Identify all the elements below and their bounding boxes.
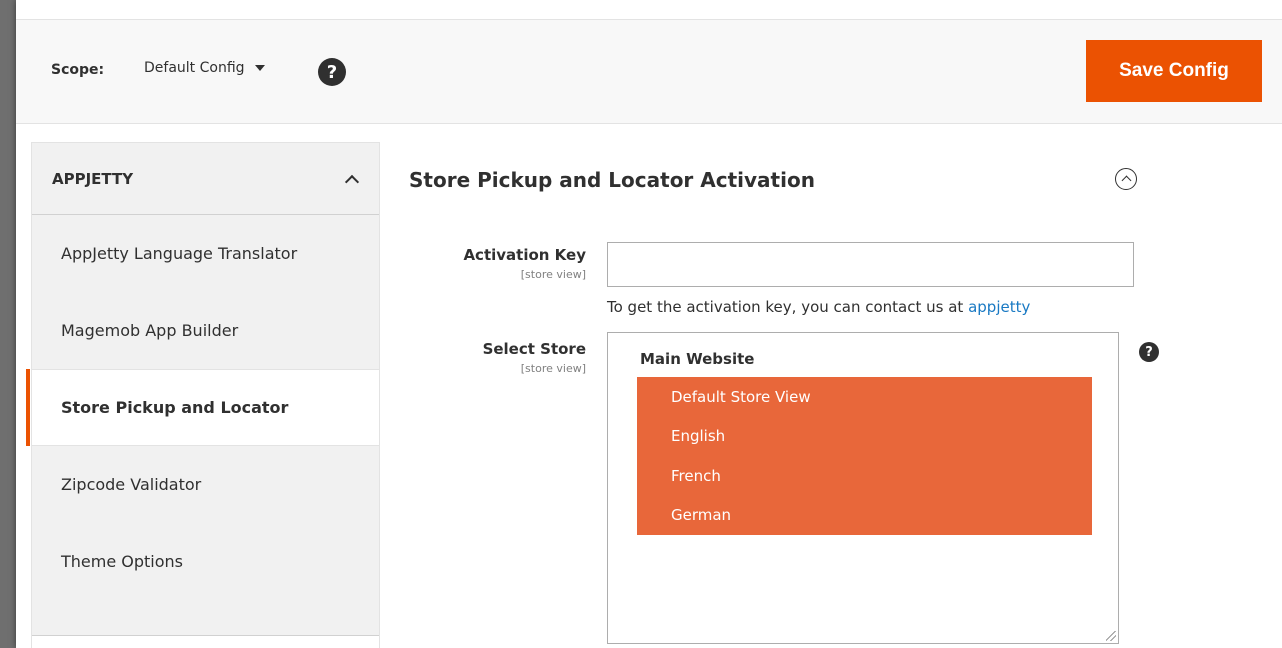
- caret-down-icon: [254, 65, 265, 71]
- appjetty-link[interactable]: appjetty: [968, 298, 1030, 316]
- activation-key-scope: [store view]: [520, 268, 586, 281]
- sidebar-item-store-pickup[interactable]: Store Pickup and Locator: [26, 369, 379, 446]
- activation-key-label: Activation Key: [463, 246, 586, 264]
- option-french[interactable]: French: [637, 456, 1092, 496]
- sidebar-item-zipcode-validator[interactable]: Zipcode Validator: [32, 446, 379, 523]
- select-store-help-icon[interactable]: ?: [1139, 342, 1159, 362]
- sidebar-item-label: Theme Options: [61, 552, 184, 571]
- sidebar-item-label: Store Pickup and Locator: [61, 398, 289, 417]
- top-strip: [16, 0, 1282, 20]
- sidebar-item-label: Magemob App Builder: [61, 321, 239, 340]
- sidebar-group-title: APPJETTY: [52, 169, 134, 188]
- section-collapse-button[interactable]: [1115, 168, 1137, 190]
- sidebar-item-theme-options[interactable]: Theme Options: [32, 523, 379, 600]
- scope-dropdown[interactable]: Default Config: [144, 60, 265, 76]
- optgroup-main-website: Main Website: [640, 350, 755, 368]
- option-default-store-view[interactable]: Default Store View: [637, 377, 1092, 417]
- activation-key-input[interactable]: [607, 242, 1134, 287]
- sidebar-item-magemob-app-builder[interactable]: Magemob App Builder: [32, 292, 379, 369]
- scope-label: Scope:: [51, 62, 105, 78]
- save-config-button[interactable]: Save Config: [1086, 40, 1262, 102]
- note-text: To get the activation key, you can conta…: [607, 298, 969, 316]
- scope-bar: Scope: Default Config ? Save Config: [16, 20, 1282, 124]
- section-title[interactable]: Store Pickup and Locator Activation: [409, 168, 815, 192]
- activation-key-note: To get the activation key, you can conta…: [607, 298, 1030, 316]
- resize-grip-icon[interactable]: [1106, 631, 1116, 641]
- scope-value: Default Config: [144, 60, 245, 76]
- config-page: Scope: Default Config ? Save Config APPJ…: [16, 0, 1282, 648]
- selected-options: Default Store View English French German: [637, 377, 1092, 535]
- scope-help-icon[interactable]: ?: [318, 58, 346, 86]
- option-german[interactable]: German: [637, 496, 1092, 536]
- sidebar-item-label: AppJetty Language Translator: [61, 244, 298, 263]
- sidebar-group-appjetty[interactable]: APPJETTY: [32, 142, 379, 215]
- chevron-up-icon: [1121, 175, 1131, 186]
- select-store-label: Select Store: [482, 340, 586, 358]
- select-store-multiselect[interactable]: Main Website Default Store View English …: [607, 332, 1119, 644]
- sidebar-next-item: [32, 636, 379, 648]
- select-store-scope: [store view]: [520, 362, 586, 375]
- sidebar-item-language-translator[interactable]: AppJetty Language Translator: [32, 215, 379, 292]
- chevron-up-icon: [344, 174, 360, 189]
- config-sidebar: APPJETTY AppJetty Language Translator Ma…: [26, 142, 380, 648]
- option-english[interactable]: English: [637, 417, 1092, 457]
- sidebar-item-label: Zipcode Validator: [61, 475, 202, 494]
